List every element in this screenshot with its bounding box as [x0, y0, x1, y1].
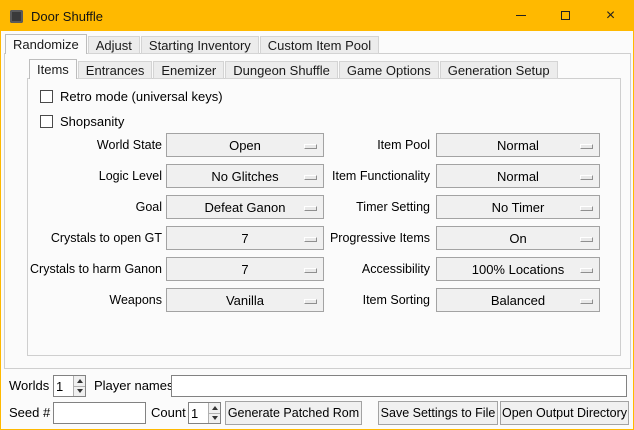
- main-tab-bar: Randomize Adjust Starting Inventory Cust…: [5, 33, 380, 54]
- dropdown-indicator-icon: [580, 237, 593, 242]
- seed-label: Seed #: [9, 402, 50, 424]
- retro-mode-checkbox[interactable]: Retro mode (universal keys): [40, 88, 223, 104]
- dropdown-value: 100% Locations: [472, 262, 565, 277]
- item-sorting-dropdown[interactable]: Balanced: [436, 288, 600, 312]
- minimize-button[interactable]: [498, 1, 543, 30]
- count-stepper-buttons: [208, 403, 220, 423]
- tab-entrances[interactable]: Entrances: [78, 61, 153, 79]
- player-names-label: Player names: [94, 375, 173, 397]
- count-label: Count: [151, 402, 186, 424]
- checkbox-icon: [40, 115, 53, 128]
- item-pool-label: Item Pool: [296, 133, 430, 157]
- tab-custom-item-pool[interactable]: Custom Item Pool: [260, 36, 379, 54]
- dropdown-indicator-icon: [580, 144, 593, 149]
- worlds-down-button[interactable]: [74, 386, 85, 397]
- open-output-directory-button[interactable]: Open Output Directory: [500, 401, 629, 425]
- tab-randomize[interactable]: Randomize: [5, 34, 87, 54]
- dropdown-value: Normal: [497, 169, 539, 184]
- checkbox-icon: [40, 90, 53, 103]
- generate-patched-rom-button[interactable]: Generate Patched Rom: [225, 401, 362, 425]
- dropdown-value: 7: [241, 231, 248, 246]
- dropdown-value: Vanilla: [226, 293, 264, 308]
- progressive-items-dropdown[interactable]: On: [436, 226, 600, 250]
- tab-dungeon-shuffle[interactable]: Dungeon Shuffle: [225, 61, 338, 79]
- checkbox-label: Shopsanity: [60, 114, 124, 129]
- tab-game-options[interactable]: Game Options: [339, 61, 439, 79]
- dropdown-value: Balanced: [491, 293, 545, 308]
- progressive-items-label: Progressive Items: [296, 226, 430, 250]
- tab-enemizer[interactable]: Enemizer: [153, 61, 224, 79]
- goal-label: Goal: [28, 195, 162, 219]
- app-icon: [10, 10, 23, 23]
- shopsanity-checkbox[interactable]: Shopsanity: [40, 113, 124, 129]
- world-state-label: World State: [28, 133, 162, 157]
- weapons-label: Weapons: [28, 288, 162, 312]
- save-settings-button[interactable]: Save Settings to File: [378, 401, 498, 425]
- dropdown-value: Defeat Ganon: [205, 200, 286, 215]
- dropdown-indicator-icon: [580, 299, 593, 304]
- seed-input[interactable]: [53, 402, 146, 424]
- window-title: Door Shuffle: [31, 9, 103, 24]
- maximize-button[interactable]: [543, 1, 588, 30]
- timer-setting-label: Timer Setting: [296, 195, 430, 219]
- close-icon: ×: [606, 8, 615, 24]
- item-pool-dropdown[interactable]: Normal: [436, 133, 600, 157]
- worlds-stepper-buttons: [73, 376, 85, 396]
- arrow-up-icon: [212, 406, 218, 410]
- item-functionality-dropdown[interactable]: Normal: [436, 164, 600, 188]
- arrow-up-icon: [77, 379, 83, 383]
- accessibility-dropdown[interactable]: 100% Locations: [436, 257, 600, 281]
- dropdown-value: No Timer: [492, 200, 545, 215]
- worlds-input[interactable]: [54, 376, 73, 396]
- timer-setting-dropdown[interactable]: No Timer: [436, 195, 600, 219]
- tab-generation-setup[interactable]: Generation Setup: [440, 61, 558, 79]
- minimize-icon: [516, 15, 526, 16]
- worlds-stepper: [53, 375, 86, 397]
- dropdown-indicator-icon: [580, 268, 593, 273]
- crystals-harm-ganon-label: Crystals to harm Ganon: [28, 257, 162, 281]
- player-names-input[interactable]: [171, 375, 627, 397]
- dropdown-value: Normal: [497, 138, 539, 153]
- count-down-button[interactable]: [209, 413, 220, 424]
- dropdown-value: Open: [229, 138, 261, 153]
- dropdown-indicator-icon: [580, 206, 593, 211]
- maximize-icon: [561, 11, 570, 20]
- arrow-down-icon: [77, 389, 83, 393]
- tab-adjust[interactable]: Adjust: [88, 36, 140, 54]
- count-up-button[interactable]: [209, 403, 220, 413]
- window-controls: ×: [498, 1, 633, 30]
- item-functionality-label: Item Functionality: [296, 164, 430, 188]
- dropdown-value: On: [509, 231, 526, 246]
- arrow-down-icon: [212, 416, 218, 420]
- checkbox-label: Retro mode (universal keys): [60, 89, 223, 104]
- randomize-sub-tab-bar: Items Entrances Enemizer Dungeon Shuffle…: [29, 58, 559, 79]
- logic-level-label: Logic Level: [28, 164, 162, 188]
- titlebar[interactable]: Door Shuffle ×: [1, 1, 633, 31]
- items-pane: Retro mode (universal keys) Shopsanity W…: [27, 78, 621, 356]
- accessibility-label: Accessibility: [296, 257, 430, 281]
- tab-items[interactable]: Items: [29, 59, 77, 79]
- dropdown-value: No Glitches: [211, 169, 278, 184]
- tab-starting-inventory[interactable]: Starting Inventory: [141, 36, 259, 54]
- item-sorting-label: Item Sorting: [296, 288, 430, 312]
- dropdown-indicator-icon: [580, 175, 593, 180]
- door-shuffle-window: Door Shuffle × Randomize Adjust Starting…: [0, 0, 634, 430]
- close-button[interactable]: ×: [588, 1, 633, 30]
- worlds-label: Worlds: [9, 375, 49, 397]
- count-input[interactable]: [189, 403, 208, 423]
- crystals-open-gt-label: Crystals to open GT: [28, 226, 162, 250]
- count-stepper: [188, 402, 221, 424]
- worlds-up-button[interactable]: [74, 376, 85, 386]
- dropdown-value: 7: [241, 262, 248, 277]
